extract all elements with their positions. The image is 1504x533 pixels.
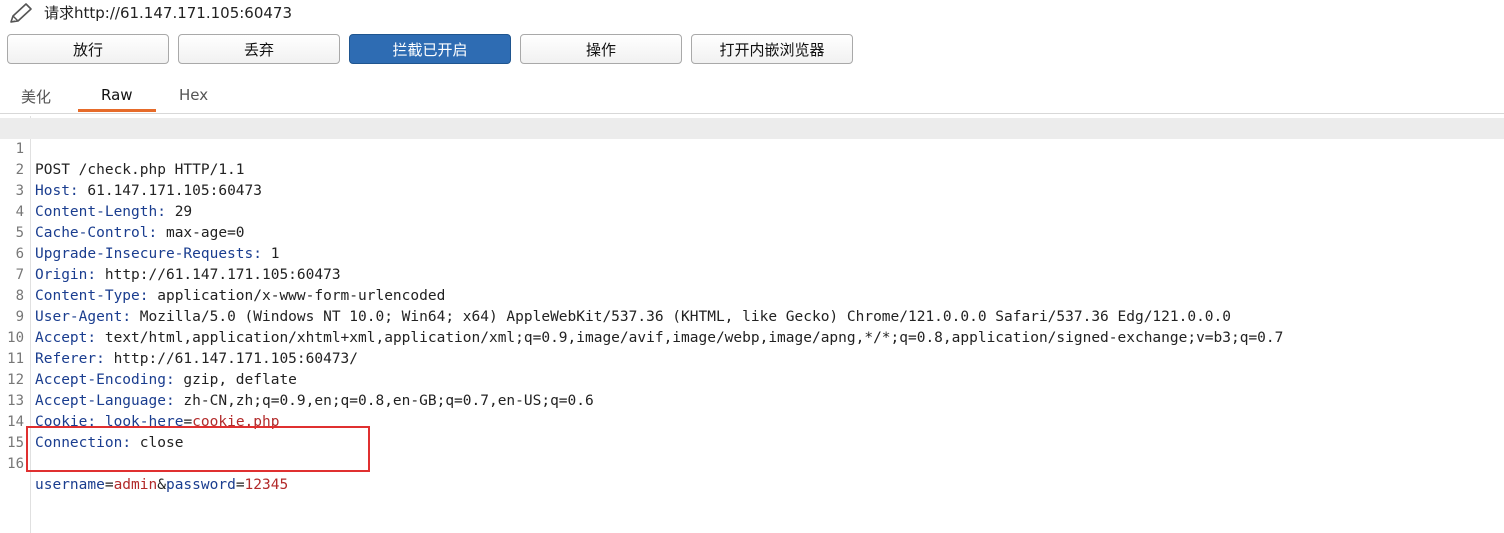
intercept-toggle-button[interactable]: 拦截已开启	[349, 34, 511, 64]
body-param-value: 12345	[244, 477, 289, 493]
title-bar: 请求http://61.147.171.105:60473	[0, 0, 1504, 30]
code-line: 11 Accept-Encoding: gzip, deflate	[0, 328, 1504, 388]
code-line: 10 Referer: http://61.147.171.105:60473/	[0, 307, 1504, 367]
code-line: 6 Origin: http://61.147.171.105:60473	[0, 223, 1504, 283]
forward-button[interactable]: 放行	[7, 34, 169, 64]
line-number: 16	[7, 456, 24, 472]
pencil-icon[interactable]	[7, 2, 35, 26]
body-param-name: password	[165, 477, 236, 493]
action-button[interactable]: 操作	[520, 34, 682, 64]
code-line: 2 Host: 61.147.171.105:60473	[0, 139, 1504, 199]
code-line: 1 POST /check.php HTTP/1.1	[0, 118, 1504, 178]
code-line: 7 Content-Type: application/x-www-form-u…	[0, 244, 1504, 304]
body-param-value: admin	[113, 477, 158, 493]
toolbar: 放行 丢弃 拦截已开启 操作 打开内嵌浏览器	[0, 34, 1504, 66]
code-line: 8 User-Agent: Mozilla/5.0 (Windows NT 10…	[0, 265, 1504, 325]
code-line: 5 Upgrade-Insecure-Requests: 1	[0, 202, 1504, 262]
window-title: 请求http://61.147.171.105:60473	[44, 4, 293, 22]
open-browser-button[interactable]: 打开内嵌浏览器	[691, 34, 853, 64]
code-line: 4 Cache-Control: max-age=0	[0, 181, 1504, 241]
code-line: 14 Connection: close	[0, 391, 1504, 451]
tab-hex[interactable]: Hex	[179, 86, 208, 104]
tab-selected-indicator	[78, 109, 156, 112]
code-line: 3 Content-Length: 29	[0, 160, 1504, 220]
tab-pretty[interactable]: 美化	[21, 86, 51, 107]
annotation-highlight-box	[26, 426, 370, 472]
code-line: 13 Cookie: look-here=cookie.php	[0, 370, 1504, 430]
tab-raw[interactable]: Raw	[101, 86, 133, 104]
code-line: 9 Accept: text/html,application/xhtml+xm…	[0, 286, 1504, 346]
body-param-name: username	[35, 477, 105, 493]
view-tabs: 美化 Raw Hex	[0, 72, 1504, 114]
code-line: 12 Accept-Language: zh-CN,zh;q=0.9,en;q=…	[0, 349, 1504, 409]
drop-button[interactable]: 丢弃	[178, 34, 340, 64]
